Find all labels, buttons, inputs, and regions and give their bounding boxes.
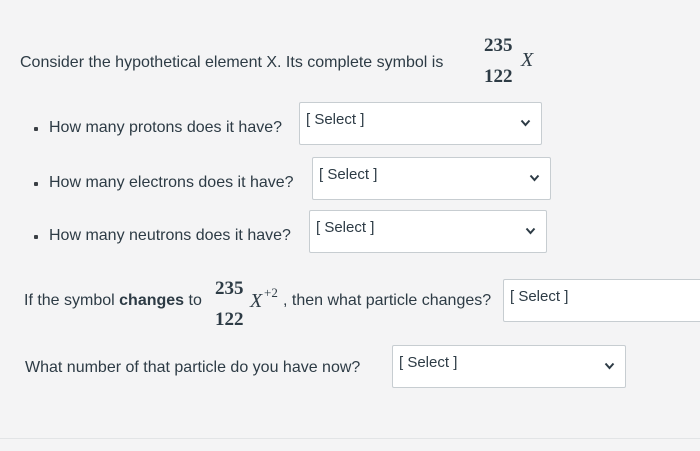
bullet [34,235,38,239]
bullet [34,182,38,186]
particle-select[interactable]: [ Select ] [503,279,700,322]
chevron-down-icon [604,362,615,370]
prefix-text-2: to [184,292,202,309]
charge-superscript: +2 [264,285,278,300]
select-label: [ Select ] [316,219,375,236]
chevron-down-icon [529,174,540,182]
changes-question-suffix: , then what particle changes? [283,292,492,309]
chevron-down-icon [525,227,536,235]
number-question: What number of that particle do you have… [25,359,361,376]
electrons-select[interactable]: [ Select ] [312,157,551,200]
mass-number-2: 235 [215,278,244,299]
electrons-question: How many electrons does it have? [49,174,294,191]
atomic-number: 122 [484,66,513,87]
atomic-number-2: 122 [215,309,244,330]
neutrons-select[interactable]: [ Select ] [309,210,547,253]
chevron-down-icon [520,119,531,127]
prefix-text: If the symbol [24,292,120,309]
element-symbol: X [521,49,534,71]
bullet [34,127,38,131]
protons-select[interactable]: [ Select ] [299,102,542,145]
select-label: [ Select ] [510,288,569,305]
select-label: [ Select ] [306,111,365,128]
bottom-divider [0,438,700,439]
prefix-bold: changes [119,292,185,309]
intro-text: Consider the hypothetical element X. Its… [20,54,444,71]
mass-number: 235 [484,35,513,56]
neutrons-question: How many neutrons does it have? [49,227,291,244]
number-select[interactable]: [ Select ] [392,345,626,388]
protons-question: How many protons does it have? [49,119,283,136]
element-symbol-2: X [250,290,263,312]
changes-question-prefix: If the symbol changes to [24,292,202,310]
select-label: [ Select ] [399,354,458,371]
select-label: [ Select ] [319,166,378,183]
